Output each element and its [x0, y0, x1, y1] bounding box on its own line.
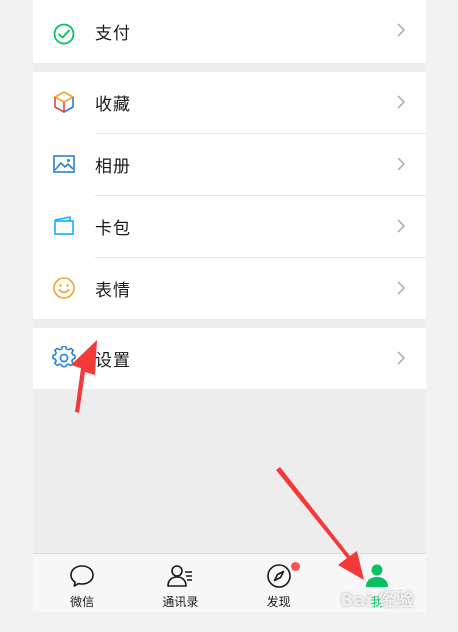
menu-item-favorites[interactable]: 收藏	[33, 72, 426, 133]
menu-item-settings[interactable]: 设置	[33, 328, 426, 389]
cube-icon	[54, 91, 74, 113]
contacts-icon	[167, 565, 193, 587]
chevron-right-icon	[397, 23, 406, 37]
section-gap	[33, 319, 426, 328]
menu-item-pay[interactable]: 支付	[33, 0, 426, 63]
menu-item-label: 表情	[95, 281, 131, 301]
settings-group: 设置	[33, 328, 426, 389]
smiley-icon	[53, 277, 75, 299]
tab-discover[interactable]: 发现	[230, 554, 328, 612]
wechat-me-screen: 支付 收藏 相册 卡包 表情 设置 微信 通讯录 发现 我	[33, 0, 426, 612]
chevron-right-icon	[397, 351, 406, 365]
tab-contacts[interactable]: 通讯录	[131, 554, 229, 612]
chevron-right-icon	[397, 95, 406, 109]
favorites-group: 收藏 相册 卡包 表情	[33, 72, 426, 319]
chat-bubble-icon	[70, 565, 94, 587]
chevron-right-icon	[397, 157, 406, 171]
gear-icon	[52, 346, 76, 368]
compass-icon	[266, 564, 291, 588]
pay-icon	[53, 23, 75, 45]
wallet-icon	[54, 216, 74, 235]
menu-item-label: 设置	[95, 351, 131, 371]
tab-label: 微信	[70, 595, 95, 609]
menu-item-label: 相册	[95, 157, 131, 177]
tab-label: 发现	[266, 595, 291, 609]
chevron-right-icon	[397, 281, 406, 295]
watermark: Bai 经验	[340, 590, 415, 611]
menu-item-stickers[interactable]: 表情	[33, 258, 426, 319]
pay-group: 支付	[33, 0, 426, 63]
tab-chats[interactable]: 微信	[33, 554, 131, 612]
chevron-right-icon	[397, 219, 406, 233]
menu-item-label: 支付	[95, 24, 131, 44]
menu-item-album[interactable]: 相册	[33, 134, 426, 195]
menu-item-cards[interactable]: 卡包	[33, 196, 426, 257]
notification-dot	[290, 562, 300, 571]
image-icon	[53, 155, 75, 173]
section-gap	[33, 63, 426, 72]
menu-item-label: 卡包	[95, 219, 131, 239]
tab-label: 通讯录	[162, 595, 199, 609]
menu-item-label: 收藏	[95, 95, 131, 115]
